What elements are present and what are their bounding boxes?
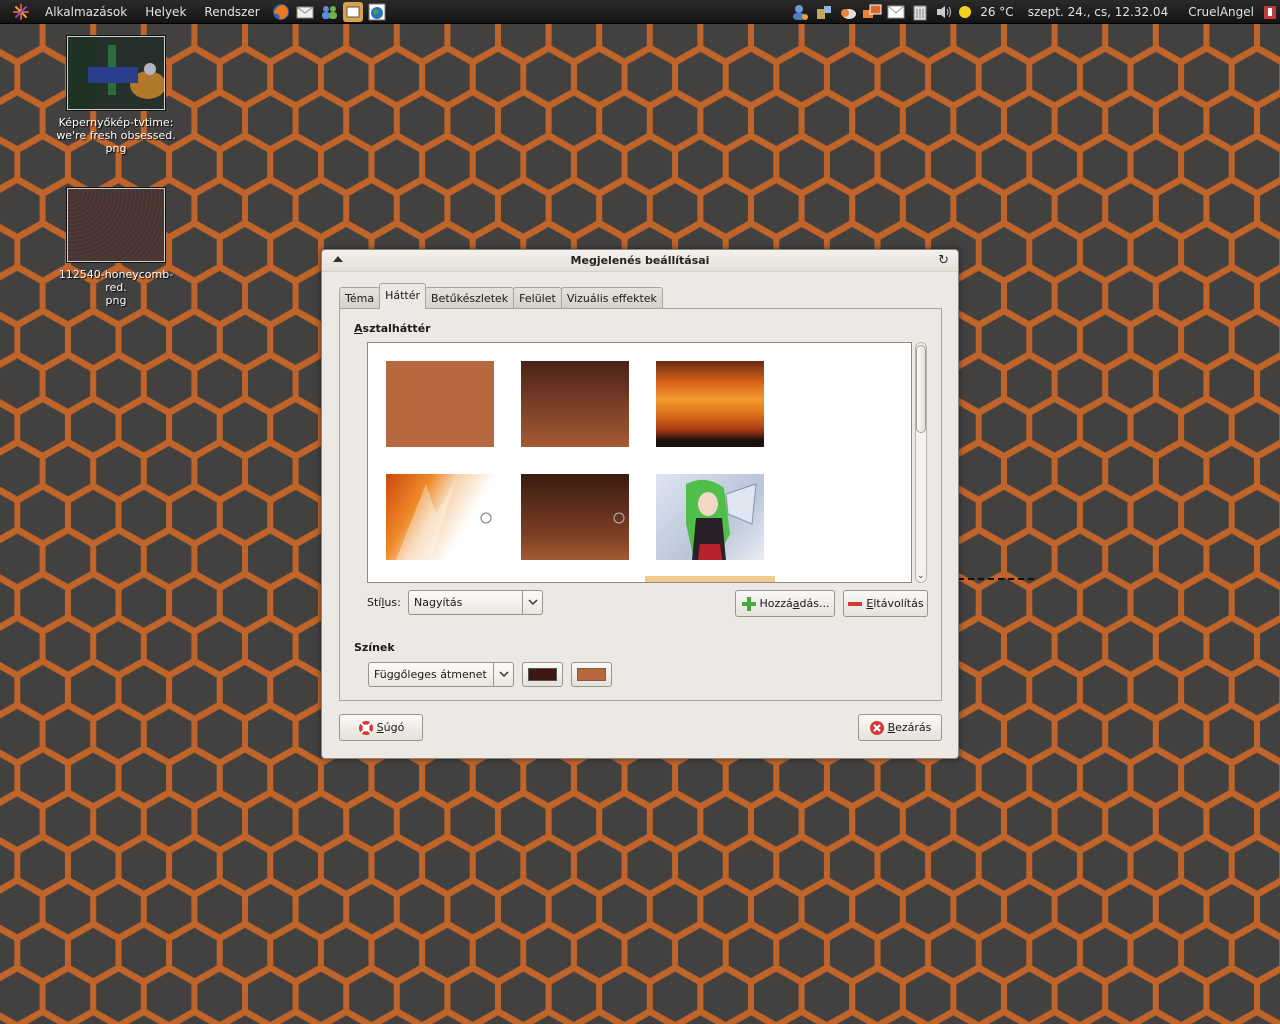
shutdown-icon[interactable]: [1262, 3, 1278, 21]
network-icon[interactable]: [814, 3, 834, 21]
refresh-icon[interactable]: ↻: [938, 253, 949, 268]
volume-icon[interactable]: [934, 3, 954, 21]
desktop-file-label-line2: we're fresh obsessed.: [56, 129, 176, 142]
temperature-text[interactable]: 26 °C: [974, 5, 1019, 19]
gallery-scrollbar[interactable]: ⌄: [914, 342, 928, 583]
tab-fonts[interactable]: Betűkészletek: [425, 287, 515, 309]
desktop-file-label-line3: png: [105, 142, 127, 155]
menu-places[interactable]: Helyek: [136, 5, 195, 19]
display-icon[interactable]: [862, 3, 882, 21]
desktop-file-screenshot[interactable]: Képernyőkép-tvtime: we're fresh obsessed…: [51, 36, 181, 155]
tab-background[interactable]: Háttér: [379, 283, 427, 309]
dashed-line: [958, 578, 1034, 580]
user-name-text[interactable]: CruelAngel: [1174, 5, 1260, 19]
firefox-icon[interactable]: [271, 2, 291, 22]
wallpaper-thumb[interactable]: [656, 361, 764, 447]
color-mode-value: Függőleges átmenet: [374, 668, 487, 681]
background-tab-panel: Asztalháttér ⌄ Stílus: Nagyítás Hozzá a …: [339, 308, 942, 701]
mail-icon[interactable]: [295, 2, 315, 22]
show-desktop-icon[interactable]: [342, 1, 363, 22]
style-combo[interactable]: Nagyítás: [408, 590, 543, 615]
help-button[interactable]: Súgó: [339, 714, 423, 741]
wallpaper-thumb[interactable]: [521, 361, 629, 447]
lifebuoy-icon: [358, 720, 374, 736]
secondary-color-swatch: [577, 668, 606, 681]
selection-indicator: [645, 576, 775, 582]
style-label: Stílus:: [367, 596, 401, 609]
desktop-file-label-line1: 112540-honeycomb-red.: [58, 268, 174, 294]
plus-icon: [741, 596, 757, 612]
remove-button[interactable]: Eltávolítás: [843, 590, 928, 617]
desktop-file-label-line2: png: [105, 294, 127, 307]
tab-visual-effects[interactable]: Vizuális effektek: [560, 287, 663, 309]
menu-applications[interactable]: Alkalmazások: [36, 5, 136, 19]
tab-theme[interactable]: Téma: [339, 287, 381, 309]
top-panel: Alkalmazások Helyek Rendszer 26 °C szept…: [0, 0, 1280, 24]
mail-notify-icon[interactable]: [886, 3, 906, 21]
colors-heading: Színek: [354, 641, 395, 654]
primary-color-swatch: [528, 668, 557, 681]
menu-system[interactable]: Rendszer: [195, 5, 268, 19]
chevron-down-icon: [522, 591, 542, 614]
desktop-background-heading: Asztalháttér: [354, 322, 431, 335]
style-combo-value: Nagyítás: [414, 596, 463, 609]
add-button[interactable]: Hozzá a dás...: [735, 590, 835, 617]
desktop-file-honeycomb[interactable]: 112540-honeycomb-red. png: [51, 188, 181, 307]
wallpaper-thumb[interactable]: [386, 361, 494, 447]
wallpaper-thumb[interactable]: [386, 474, 494, 560]
screenshot-thumbnail: [67, 36, 166, 110]
panel-tray: 26 °C szept. 24., cs, 12.32.04 CruelAnge…: [788, 0, 1280, 24]
weather-sun-icon[interactable]: [958, 3, 972, 21]
appearance-preferences-dialog: Megjelenés beállításai ↻ Téma Háttér Bet…: [321, 249, 959, 759]
dialog-titlebar[interactable]: Megjelenés beállításai ↻: [322, 250, 958, 272]
minus-icon: [847, 596, 863, 612]
color-mode-combo[interactable]: Függőleges átmenet: [368, 662, 514, 687]
user-icon[interactable]: [790, 3, 810, 21]
network-globe-icon[interactable]: [367, 2, 387, 22]
secondary-color-button[interactable]: [571, 662, 612, 687]
honeycomb-thumbnail: [67, 188, 165, 262]
close-button[interactable]: Bezárás: [858, 714, 942, 741]
wallpaper-thumb[interactable]: [521, 474, 629, 560]
close-icon: [869, 720, 885, 736]
wallpaper-gallery[interactable]: [367, 342, 912, 583]
tab-bar: Téma Háttér Betűkészletek Felület Vizuál…: [339, 283, 663, 309]
clock-text[interactable]: szept. 24., cs, 12.32.04: [1020, 5, 1175, 19]
contacts-icon[interactable]: [319, 2, 339, 22]
wallpaper-thumb[interactable]: [656, 474, 764, 560]
scroll-down-arrow-icon[interactable]: ⌄: [917, 571, 925, 581]
applications-logo-icon[interactable]: [12, 3, 30, 21]
primary-color-button[interactable]: [522, 662, 563, 687]
tab-interface[interactable]: Felület: [513, 287, 562, 309]
dialog-title: Megjelenés beállításai: [570, 254, 710, 267]
desktop-file-label-line1: Képernyőkép-tvtime:: [58, 116, 174, 129]
scrollbar-thumb[interactable]: [916, 345, 926, 433]
update-icon[interactable]: [838, 3, 858, 21]
chevron-down-icon: [493, 663, 513, 686]
trash-icon[interactable]: [910, 3, 930, 21]
